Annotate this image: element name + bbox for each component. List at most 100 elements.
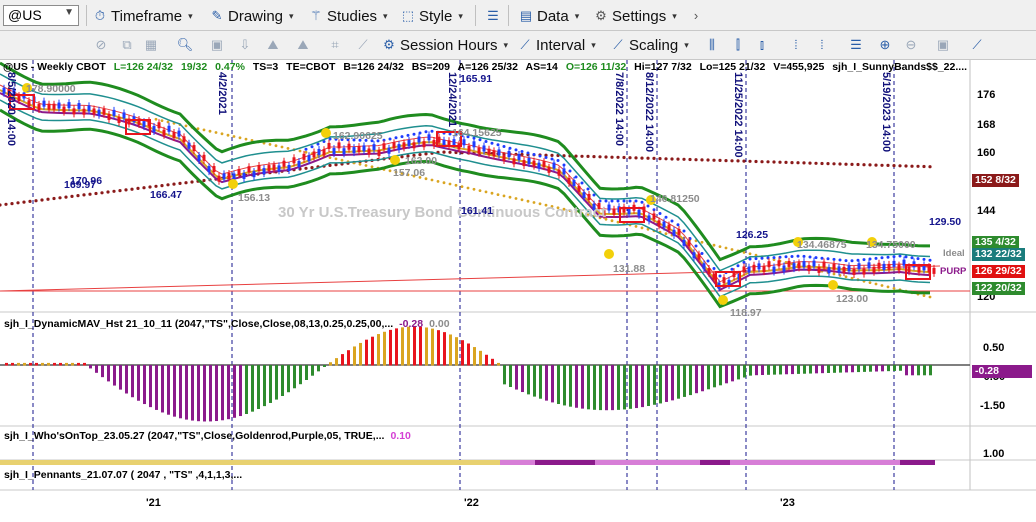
histogram-bar bbox=[725, 365, 728, 384]
layout-icon[interactable]: ☰ bbox=[847, 36, 865, 54]
layout-icon[interactable]: ☰ bbox=[484, 7, 502, 25]
draw-tool-icon[interactable]: ⟋ bbox=[354, 36, 372, 54]
price-bar-body bbox=[372, 144, 376, 151]
line-on-close-icon[interactable]: ⦙ bbox=[787, 36, 805, 54]
price-bar-body bbox=[762, 266, 766, 273]
bar-chart-icon[interactable]: ⫼ bbox=[703, 36, 721, 54]
screenshot-icon[interactable]: ▣ bbox=[934, 36, 952, 54]
image-icon[interactable]: ▣ bbox=[208, 36, 226, 54]
dotted-line-point bbox=[400, 135, 404, 139]
dotted-line-point bbox=[616, 199, 620, 203]
export-icon[interactable]: ⇩ bbox=[236, 36, 254, 54]
price-bar-body bbox=[422, 141, 426, 148]
data-button[interactable]: ▤ Data ▾ bbox=[518, 5, 579, 27]
histogram-bar bbox=[677, 365, 680, 399]
price-tag: 126 29/32 bbox=[972, 265, 1025, 278]
hollow-candle-icon[interactable]: ⫾ bbox=[753, 36, 771, 54]
price-bar-body bbox=[252, 171, 256, 178]
dotted-line-point bbox=[244, 137, 248, 141]
dotted-line-point bbox=[184, 124, 188, 128]
dynamic-mav-title: sjh_I_DynamicMAV_Hst 21_10_11 (2047,"TS"… bbox=[4, 318, 450, 330]
price-bar-body bbox=[227, 172, 231, 179]
purple-label: PURP bbox=[940, 266, 967, 277]
price-bar-body bbox=[362, 145, 366, 152]
zoom-in-icon[interactable]: ⊕ bbox=[876, 36, 894, 54]
copy-icon[interactable]: ⧉ bbox=[118, 36, 136, 54]
timeframe-button[interactable]: ⏱ Timeframe ▾ bbox=[92, 5, 193, 27]
studies-button[interactable]: ⚚ Studies ▾ bbox=[308, 5, 388, 27]
histogram-bar bbox=[869, 365, 872, 372]
dotted-line-point bbox=[616, 220, 620, 224]
histogram-bar bbox=[233, 365, 236, 418]
overflow-chevron-icon[interactable]: › bbox=[687, 7, 705, 25]
zoom-out-icon[interactable]: ⊖ bbox=[902, 36, 920, 54]
dotted-line-point bbox=[160, 119, 164, 122]
price-bar-body bbox=[567, 177, 571, 184]
settings-button[interactable]: ⚙ Settings ▾ bbox=[593, 5, 677, 27]
find-icon[interactable]: 🔍︎ bbox=[176, 36, 194, 54]
link-icon[interactable]: ⊘ bbox=[92, 36, 110, 54]
price-label: 131.88 bbox=[613, 263, 646, 275]
price-bar-body bbox=[557, 169, 561, 176]
price-bar-body bbox=[722, 277, 726, 284]
dotted-line-point bbox=[604, 155, 608, 159]
symbol-input[interactable]: @US ▼ bbox=[3, 5, 79, 26]
price-bar-body bbox=[752, 264, 756, 271]
price-bar-body bbox=[877, 262, 881, 269]
dotted-line-point bbox=[568, 169, 572, 173]
paste-icon[interactable]: ▦ bbox=[142, 36, 160, 54]
histogram-bar bbox=[137, 365, 140, 401]
price-bar-body bbox=[357, 146, 361, 153]
price-bar-body bbox=[697, 253, 701, 260]
session-hours-button[interactable]: ⚙ Session Hours ▾ bbox=[381, 34, 508, 56]
chart-add-icon[interactable]: ⛰ bbox=[294, 36, 312, 54]
histogram-bar bbox=[503, 365, 506, 385]
dotted-line-point bbox=[664, 157, 668, 161]
dotted-line-point bbox=[742, 260, 746, 264]
dotted-line-point bbox=[922, 257, 926, 261]
histogram-bar bbox=[47, 362, 50, 366]
dotted-line-point bbox=[898, 254, 902, 258]
chevron-down-icon: ▾ bbox=[383, 10, 388, 21]
price-bar-body bbox=[682, 239, 686, 246]
histogram-bar bbox=[455, 337, 458, 366]
price-bar-body bbox=[867, 262, 871, 269]
histogram-bar bbox=[749, 365, 752, 376]
interval-button[interactable]: ⟋ Interval ▾ bbox=[517, 34, 595, 56]
dotted-line-point bbox=[406, 133, 410, 137]
histogram-bar bbox=[665, 365, 668, 402]
histogram-bar bbox=[731, 365, 734, 382]
marker-dot bbox=[828, 280, 838, 290]
price-bar-body bbox=[547, 166, 551, 173]
dotted-line-point bbox=[700, 158, 704, 162]
dotted-line-point bbox=[88, 192, 92, 196]
price-bar-body bbox=[537, 162, 541, 169]
price-bar-body bbox=[827, 267, 831, 274]
histogram-bar bbox=[227, 365, 230, 420]
add-chart-icon[interactable]: ⟋ bbox=[968, 36, 986, 54]
histogram-bar bbox=[533, 365, 536, 397]
histogram-bar bbox=[413, 326, 416, 366]
main-toolbar: @US ▼ ⏱ Timeframe ▾ ✎ Drawing ▾ ⚚ Studies ▾ ⬚ St… bbox=[0, 0, 1036, 31]
chevron-down-icon[interactable]: ▼ bbox=[64, 7, 74, 18]
style-button[interactable]: ⬚ Style ▾ bbox=[400, 5, 463, 27]
dotted-line-point bbox=[340, 158, 344, 162]
histogram-bar bbox=[131, 365, 134, 398]
histogram-bar bbox=[539, 365, 542, 399]
histogram-bar bbox=[923, 365, 926, 376]
price-bar-body bbox=[652, 213, 656, 220]
price-bar-body bbox=[787, 260, 791, 267]
dotted-line-point bbox=[490, 141, 494, 145]
price-bar-body bbox=[862, 268, 866, 275]
chart-image-icon[interactable]: ⛰ bbox=[264, 36, 282, 54]
histogram-bar bbox=[653, 365, 656, 405]
indicator-icon[interactable]: ⌗ bbox=[326, 36, 344, 54]
dotted-line-point bbox=[652, 156, 656, 160]
scaling-button[interactable]: ⟋ Scaling ▾ bbox=[610, 34, 688, 56]
dotted-line-point bbox=[814, 256, 818, 260]
drawing-button[interactable]: ✎ Drawing ▾ bbox=[209, 5, 294, 27]
price-bar-body bbox=[397, 144, 401, 151]
volume-icon[interactable]: ⦙ bbox=[813, 36, 831, 54]
candlestick-icon[interactable]: ⫿ bbox=[729, 36, 747, 54]
dotted-line-point bbox=[64, 195, 68, 199]
